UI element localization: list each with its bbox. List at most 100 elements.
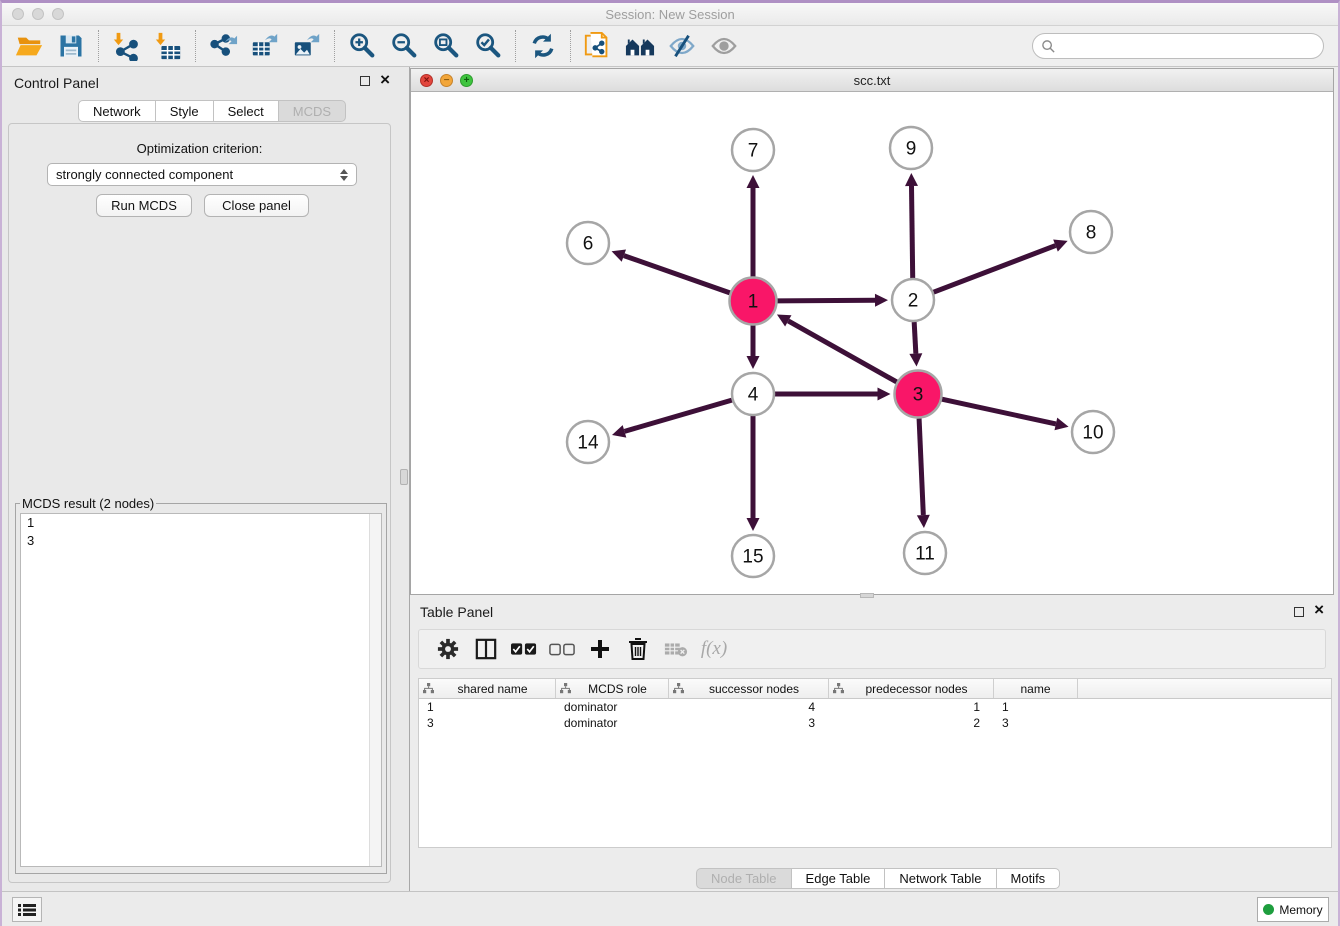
checked-boxes-icon — [511, 642, 537, 656]
graph-edge-arrowhead — [747, 175, 760, 188]
cell-mcds-role[interactable]: dominator — [556, 716, 669, 730]
graph-edge-2-8[interactable] — [934, 246, 1056, 293]
close-panel-icon[interactable]: × — [380, 70, 390, 90]
close-panel-button[interactable]: Close panel — [204, 194, 309, 217]
splitter-handle[interactable] — [400, 469, 408, 485]
export-table-icon — [250, 31, 280, 61]
gear-icon — [437, 638, 459, 660]
mcds-result-fieldset: MCDS result (2 nodes) 1 3 — [15, 496, 387, 874]
tab-network-table[interactable]: Network Table — [885, 868, 996, 889]
graph-edge-arrowhead — [612, 249, 626, 261]
tab-select[interactable]: Select — [214, 100, 279, 122]
zoom-fit-button[interactable] — [425, 28, 467, 64]
criterion-value: strongly connected component — [56, 167, 340, 182]
run-mcds-button[interactable]: Run MCDS — [96, 194, 192, 217]
export-table-button[interactable] — [244, 28, 286, 64]
cell-name[interactable]: 3 — [994, 716, 1078, 730]
graph-edge-1-6[interactable] — [624, 256, 730, 293]
column-header-successor-nodes[interactable]: successor nodes — [669, 679, 829, 698]
search-field[interactable] — [1032, 33, 1324, 59]
node-table: shared name MCDS role successor nodes pr… — [418, 678, 1332, 848]
tab-motifs[interactable]: Motifs — [997, 868, 1061, 889]
cell-successor-nodes[interactable]: 4 — [669, 700, 829, 714]
import-network-button[interactable] — [105, 28, 147, 64]
memory-button[interactable]: Memory — [1257, 897, 1329, 922]
select-all-columns-button[interactable] — [505, 633, 543, 665]
column-header-name[interactable]: name — [994, 679, 1078, 698]
apply-style-button[interactable] — [522, 28, 564, 64]
zoom-out-button[interactable] — [383, 28, 425, 64]
toolbar-separator — [334, 30, 335, 62]
home-layout-button[interactable] — [619, 28, 661, 64]
search-input[interactable] — [1062, 39, 1315, 54]
import-table-icon — [153, 31, 183, 61]
graph-edge-2-9[interactable] — [912, 186, 913, 278]
show-all-button[interactable] — [703, 28, 745, 64]
export-network-icon — [208, 31, 238, 61]
table-tabs: Node Table Edge Table Network Table Moti… — [696, 868, 1060, 889]
add-column-button[interactable] — [581, 633, 619, 665]
cell-predecessor-nodes[interactable]: 1 — [829, 700, 994, 714]
fx-icon: f(x) — [701, 638, 727, 660]
tab-node-table[interactable]: Node Table — [696, 868, 792, 889]
task-history-button[interactable] — [12, 897, 42, 922]
graph-edge-arrowhead — [878, 388, 891, 401]
export-image-button[interactable] — [286, 28, 328, 64]
delete-table-button[interactable] — [657, 633, 695, 665]
graph-edge-arrowhead — [1054, 418, 1068, 431]
table-row[interactable]: 1 dominator 4 1 1 — [419, 699, 1331, 715]
save-session-button[interactable] — [50, 28, 92, 64]
graph-edge-4-14[interactable] — [624, 400, 731, 431]
tree-icon — [833, 683, 844, 694]
zoom-selected-button[interactable] — [467, 28, 509, 64]
zoom-in-button[interactable] — [341, 28, 383, 64]
graph-edge-3-10[interactable] — [942, 399, 1056, 424]
deselect-all-columns-button[interactable] — [543, 633, 581, 665]
tab-network[interactable]: Network — [78, 100, 156, 122]
cell-successor-nodes[interactable]: 3 — [669, 716, 829, 730]
column-header-shared-name[interactable]: shared name — [419, 679, 556, 698]
criterion-dropdown[interactable]: strongly connected component — [47, 163, 357, 186]
result-scrollbar[interactable] — [369, 514, 381, 866]
open-session-button[interactable] — [8, 28, 50, 64]
tab-edge-table[interactable]: Edge Table — [792, 868, 886, 889]
cell-mcds-role[interactable]: dominator — [556, 700, 669, 714]
cell-shared-name[interactable]: 3 — [419, 716, 556, 730]
graph-edge-1-2[interactable] — [777, 300, 875, 301]
function-builder-button[interactable]: f(x) — [695, 633, 733, 665]
graph-edge-3-11[interactable] — [919, 418, 923, 515]
network-canvas[interactable]: 7968124314101511 — [411, 92, 1333, 594]
tab-mcds[interactable]: MCDS — [279, 100, 346, 122]
new-network-from-selection-button[interactable] — [577, 28, 619, 64]
hide-selected-button[interactable] — [661, 28, 703, 64]
toolbar-separator — [515, 30, 516, 62]
show-column-panel-button[interactable] — [467, 633, 505, 665]
graph-edge-arrowhead — [747, 356, 760, 369]
delete-column-button[interactable] — [619, 633, 657, 665]
toolbar-separator — [195, 30, 196, 62]
export-image-icon — [292, 31, 322, 61]
close-table-panel-icon[interactable]: × — [1314, 600, 1324, 620]
export-network-button[interactable] — [202, 28, 244, 64]
network-view-window: × − + scc.txt 7968124314101511 — [410, 68, 1334, 595]
float-panel-icon[interactable] — [360, 76, 370, 86]
graph-edge-3-1[interactable] — [788, 321, 896, 382]
graph-edge-2-3[interactable] — [914, 322, 916, 354]
cell-name[interactable]: 1 — [994, 700, 1078, 714]
application-window: Session: New Session — [0, 0, 1340, 926]
horizontal-splitter-handle[interactable] — [860, 593, 874, 598]
column-header-mcds-role[interactable]: MCDS role — [556, 679, 669, 698]
cell-predecessor-nodes[interactable]: 2 — [829, 716, 994, 730]
cell-shared-name[interactable]: 1 — [419, 700, 556, 714]
graph-node-label: 6 — [583, 234, 594, 255]
zoom-selected-icon — [473, 31, 503, 61]
zoom-in-icon — [347, 31, 377, 61]
table-settings-button[interactable] — [429, 633, 467, 665]
tab-style[interactable]: Style — [156, 100, 214, 122]
float-table-panel-icon[interactable] — [1294, 607, 1304, 617]
table-row[interactable]: 3 dominator 3 2 3 — [419, 715, 1331, 731]
column-header-predecessor-nodes[interactable]: predecessor nodes — [829, 679, 994, 698]
vertical-splitter[interactable] — [398, 67, 410, 894]
import-table-button[interactable] — [147, 28, 189, 64]
graph-node-label: 9 — [906, 139, 917, 160]
